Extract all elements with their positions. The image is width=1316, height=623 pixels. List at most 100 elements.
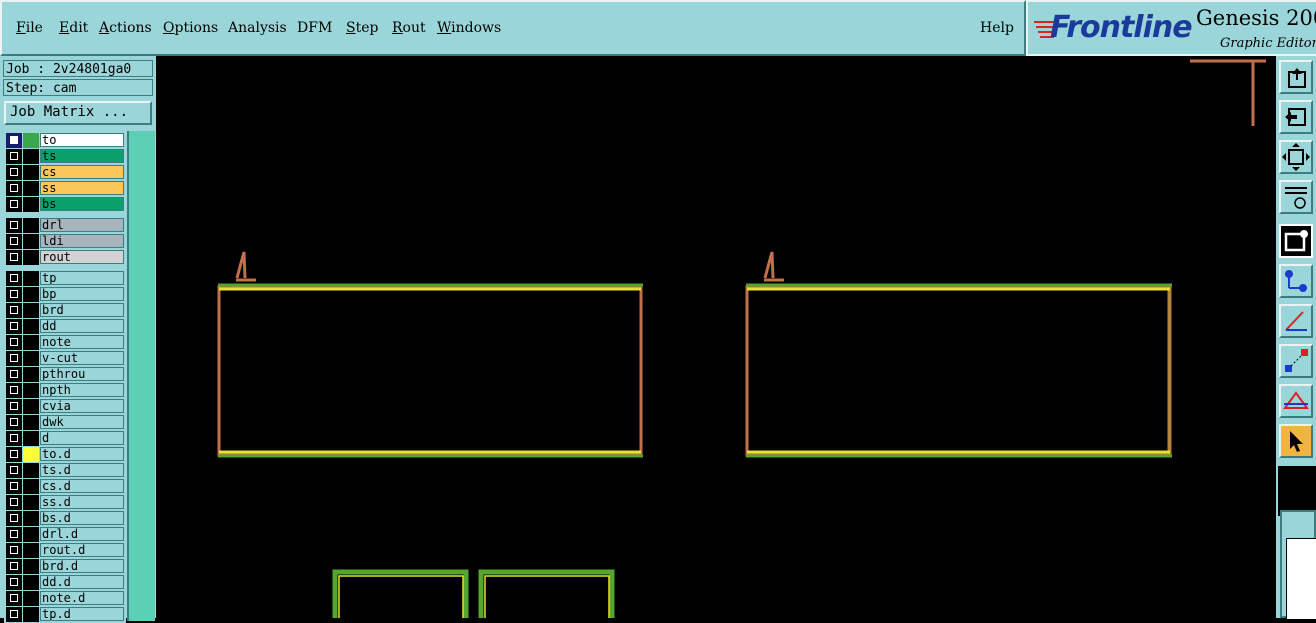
layer-color-swatch[interactable] [23, 250, 39, 265]
layer-color-swatch[interactable] [23, 319, 39, 334]
layer-row-drl-d[interactable]: drl.d [4, 527, 126, 542]
layer-checkbox[interactable] [6, 218, 22, 233]
layer-row-dwk[interactable]: dwk [4, 415, 126, 430]
layer-checkbox[interactable] [6, 133, 22, 148]
layer-row-ts[interactable]: ts [4, 149, 126, 164]
layer-checkbox[interactable] [6, 559, 22, 574]
layer-name[interactable]: ts.d [40, 463, 124, 477]
layer-color-swatch[interactable] [23, 559, 39, 574]
layer-row-d[interactable]: d [4, 431, 126, 446]
layer-checkbox[interactable] [6, 335, 22, 350]
angle-tool[interactable] [1279, 384, 1313, 418]
menu-help[interactable]: Help [980, 20, 1014, 36]
layer-checkbox[interactable] [6, 495, 22, 510]
layer-row-npth[interactable]: npth [4, 383, 126, 398]
layer-name[interactable]: drl [40, 218, 124, 232]
layer-name[interactable]: pthrou [40, 367, 124, 381]
layer-row-note-d[interactable]: note.d [4, 591, 126, 606]
layer-color-swatch[interactable] [23, 495, 39, 510]
layer-row-bp[interactable]: bp [4, 287, 126, 302]
layer-name[interactable]: dd [40, 319, 124, 333]
layer-name[interactable]: npth [40, 383, 124, 397]
layer-name[interactable]: rout [40, 250, 124, 264]
layer-checkbox[interactable] [6, 319, 22, 334]
settings-tool[interactable] [1279, 180, 1313, 214]
layer-row-rout[interactable]: rout [4, 250, 126, 265]
layer-name[interactable]: rout.d [40, 543, 124, 557]
layer-row-drl[interactable]: drl [4, 218, 126, 233]
menu-windows[interactable]: Windows [437, 20, 501, 36]
layer-row-brd[interactable]: brd [4, 303, 126, 318]
layer-checkbox[interactable] [6, 351, 22, 366]
filter-tool[interactable] [1279, 344, 1313, 378]
layer-row-bs[interactable]: bs [4, 197, 126, 212]
layer-row-ss-d[interactable]: ss.d [4, 495, 126, 510]
layer-name[interactable]: ldi [40, 234, 124, 248]
layer-name[interactable]: bs.d [40, 511, 124, 525]
menu-edit[interactable]: Edit [59, 20, 88, 36]
layer-row-v-cut[interactable]: v-cut [4, 351, 126, 366]
layer-color-swatch[interactable] [23, 431, 39, 446]
layer-color-swatch[interactable] [23, 367, 39, 382]
layer-name[interactable]: cs.d [40, 479, 124, 493]
layer-checkbox[interactable] [6, 383, 22, 398]
layer-row-dd[interactable]: dd [4, 319, 126, 334]
layer-name[interactable]: dwk [40, 415, 124, 429]
layer-checkbox[interactable] [6, 543, 22, 558]
layer-checkbox[interactable] [6, 271, 22, 286]
back-tool[interactable] [1279, 100, 1313, 134]
layer-color-swatch[interactable] [23, 575, 39, 590]
mini-preview[interactable] [1280, 510, 1316, 620]
menu-dfm[interactable]: DFM [297, 20, 332, 36]
layer-name[interactable]: note [40, 335, 124, 349]
layer-color-swatch[interactable] [23, 287, 39, 302]
layer-checkbox[interactable] [6, 607, 22, 622]
layer-checkbox[interactable] [6, 234, 22, 249]
layer-row-tp[interactable]: tp [4, 271, 126, 286]
menu-step[interactable]: Step [346, 20, 378, 36]
layer-color-swatch[interactable] [23, 335, 39, 350]
layer-name[interactable]: d [40, 431, 124, 445]
layer-row-dd-d[interactable]: dd.d [4, 575, 126, 590]
layer-color-swatch[interactable] [23, 415, 39, 430]
layer-row-to-d[interactable]: to.d [4, 447, 126, 462]
layer-color-swatch[interactable] [23, 181, 39, 196]
layer-name[interactable]: brd [40, 303, 124, 317]
layer-name[interactable]: to.d [40, 447, 124, 461]
layer-checkbox[interactable] [6, 287, 22, 302]
layer-color-swatch[interactable] [23, 197, 39, 212]
menu-file[interactable]: File [16, 20, 43, 36]
graphic-canvas[interactable] [156, 56, 1276, 623]
layer-checkbox[interactable] [6, 399, 22, 414]
layer-checkbox[interactable] [6, 511, 22, 526]
job-matrix-button[interactable]: Job Matrix ... [4, 101, 152, 125]
layer-checkbox[interactable] [6, 463, 22, 478]
layer-row-tp-d[interactable]: tp.d [4, 607, 126, 622]
layer-name[interactable]: tp.d [40, 607, 124, 621]
layer-color-swatch[interactable] [23, 527, 39, 542]
layer-name[interactable]: note.d [40, 591, 124, 605]
layer-checkbox[interactable] [6, 447, 22, 462]
layer-color-swatch[interactable] [23, 543, 39, 558]
layer-color-swatch[interactable] [23, 511, 39, 526]
layer-row-ldi[interactable]: ldi [4, 234, 126, 249]
layer-name[interactable]: cvia [40, 399, 124, 413]
layer-checkbox[interactable] [6, 527, 22, 542]
layer-color-swatch[interactable] [23, 218, 39, 233]
layer-row-cs[interactable]: cs [4, 165, 126, 180]
select-frame-tool[interactable] [1279, 224, 1313, 258]
layer-checkbox[interactable] [6, 591, 22, 606]
fit-tool[interactable] [1279, 140, 1313, 174]
layer-checkbox[interactable] [6, 250, 22, 265]
layer-checkbox[interactable] [6, 431, 22, 446]
layer-row-ss[interactable]: ss [4, 181, 126, 196]
layer-checkbox[interactable] [6, 197, 22, 212]
layer-color-swatch[interactable] [23, 399, 39, 414]
layer-checkbox[interactable] [6, 181, 22, 196]
layer-name[interactable]: drl.d [40, 527, 124, 541]
layer-name[interactable]: v-cut [40, 351, 124, 365]
layer-color-swatch[interactable] [23, 463, 39, 478]
layer-row-cvia[interactable]: cvia [4, 399, 126, 414]
layer-name[interactable]: ss [40, 181, 124, 195]
layer-row-ts-d[interactable]: ts.d [4, 463, 126, 478]
